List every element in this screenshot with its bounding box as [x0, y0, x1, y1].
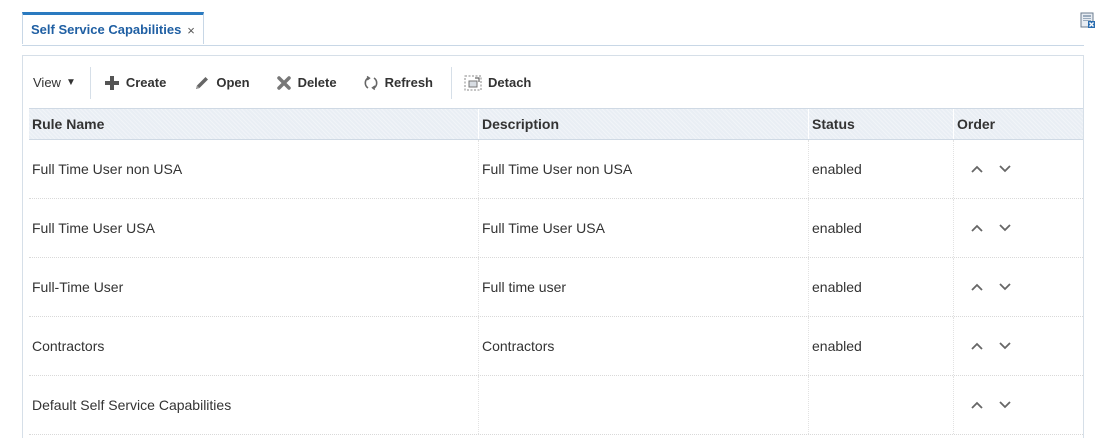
- cell-status: [809, 376, 954, 434]
- cell-status: enabled: [809, 140, 954, 198]
- table-row[interactable]: Contractors Contractors enabled: [29, 317, 1083, 376]
- create-button[interactable]: Create: [104, 72, 166, 94]
- delete-button[interactable]: Delete: [276, 72, 337, 94]
- cell-order: [954, 317, 1083, 375]
- pencil-icon: [196, 76, 209, 89]
- rules-panel: View ▼ Create Open Delete Refresh Detach…: [22, 55, 1084, 438]
- column-header-status[interactable]: Status: [809, 109, 954, 139]
- delete-label: Delete: [297, 75, 337, 90]
- page: Self Service Capabilities × View ▼ Creat…: [0, 0, 1106, 440]
- chevron-down-icon[interactable]: [999, 224, 1011, 232]
- toolbar: View ▼ Create Open Delete Refresh Detach: [23, 56, 1083, 109]
- chevron-down-icon[interactable]: [999, 401, 1011, 409]
- chevron-up-icon[interactable]: [971, 401, 983, 409]
- view-label: View: [33, 75, 61, 90]
- table-row[interactable]: Full-Time User Full time user enabled: [29, 258, 1083, 317]
- cell-description: Full time user: [479, 258, 809, 316]
- tab-self-service-capabilities[interactable]: Self Service Capabilities ×: [22, 12, 204, 44]
- detach-button[interactable]: Detach: [464, 72, 531, 94]
- cell-order: [954, 140, 1083, 198]
- tab-strip: Self Service Capabilities ×: [22, 12, 1084, 46]
- chevron-down-icon[interactable]: [999, 342, 1011, 350]
- cell-rule-name: Default Self Service Capabilities: [29, 376, 479, 434]
- rules-table: Rule Name Description Status Order Full …: [29, 108, 1083, 435]
- table-row[interactable]: Default Self Service Capabilities: [29, 376, 1083, 435]
- toolbar-separator: [89, 66, 91, 99]
- detach-icon: [464, 75, 482, 90]
- cell-description: Full Time User non USA: [479, 140, 809, 198]
- create-label: Create: [125, 75, 167, 90]
- table-row[interactable]: Full Time User non USA Full Time User no…: [29, 140, 1083, 199]
- cell-status: enabled: [809, 317, 954, 375]
- cell-description: [479, 376, 809, 434]
- chevron-up-icon[interactable]: [971, 224, 983, 232]
- column-header-rule-name[interactable]: Rule Name: [29, 109, 479, 139]
- cell-order: [954, 199, 1083, 257]
- view-menu-button[interactable]: View ▼: [33, 72, 76, 94]
- help-window-icon[interactable]: [1080, 11, 1096, 29]
- cell-order: [954, 376, 1083, 434]
- cell-order: [954, 258, 1083, 316]
- column-header-description[interactable]: Description: [479, 109, 809, 139]
- caret-down-icon: ▼: [65, 77, 76, 88]
- table-row[interactable]: Full Time User USA Full Time User USA en…: [29, 199, 1083, 258]
- open-label: Open: [216, 75, 250, 90]
- cell-description: Full Time User USA: [479, 199, 809, 257]
- cell-rule-name: Full Time User USA: [29, 199, 479, 257]
- tab-close-icon[interactable]: ×: [187, 24, 195, 37]
- chevron-up-icon[interactable]: [971, 165, 983, 173]
- refresh-label: Refresh: [384, 75, 434, 90]
- chevron-down-icon[interactable]: [999, 165, 1011, 173]
- cell-rule-name: Full-Time User: [29, 258, 479, 316]
- refresh-icon: [364, 75, 378, 90]
- open-button[interactable]: Open: [194, 72, 250, 94]
- table-header: Rule Name Description Status Order: [29, 108, 1083, 140]
- cell-rule-name: Full Time User non USA: [29, 140, 479, 198]
- cell-description: Contractors: [479, 317, 809, 375]
- cell-status: enabled: [809, 199, 954, 257]
- toolbar-separator: [451, 66, 453, 99]
- refresh-button[interactable]: Refresh: [363, 72, 433, 94]
- x-icon: [276, 75, 291, 90]
- detach-label: Detach: [488, 75, 532, 90]
- tab-label[interactable]: Self Service Capabilities: [31, 22, 181, 37]
- column-header-order[interactable]: Order: [954, 109, 1083, 139]
- chevron-up-icon[interactable]: [971, 342, 983, 350]
- cell-status: enabled: [809, 258, 954, 316]
- cell-rule-name: Contractors: [29, 317, 479, 375]
- plus-icon: [104, 75, 119, 90]
- chevron-up-icon[interactable]: [971, 283, 983, 291]
- chevron-down-icon[interactable]: [999, 283, 1011, 291]
